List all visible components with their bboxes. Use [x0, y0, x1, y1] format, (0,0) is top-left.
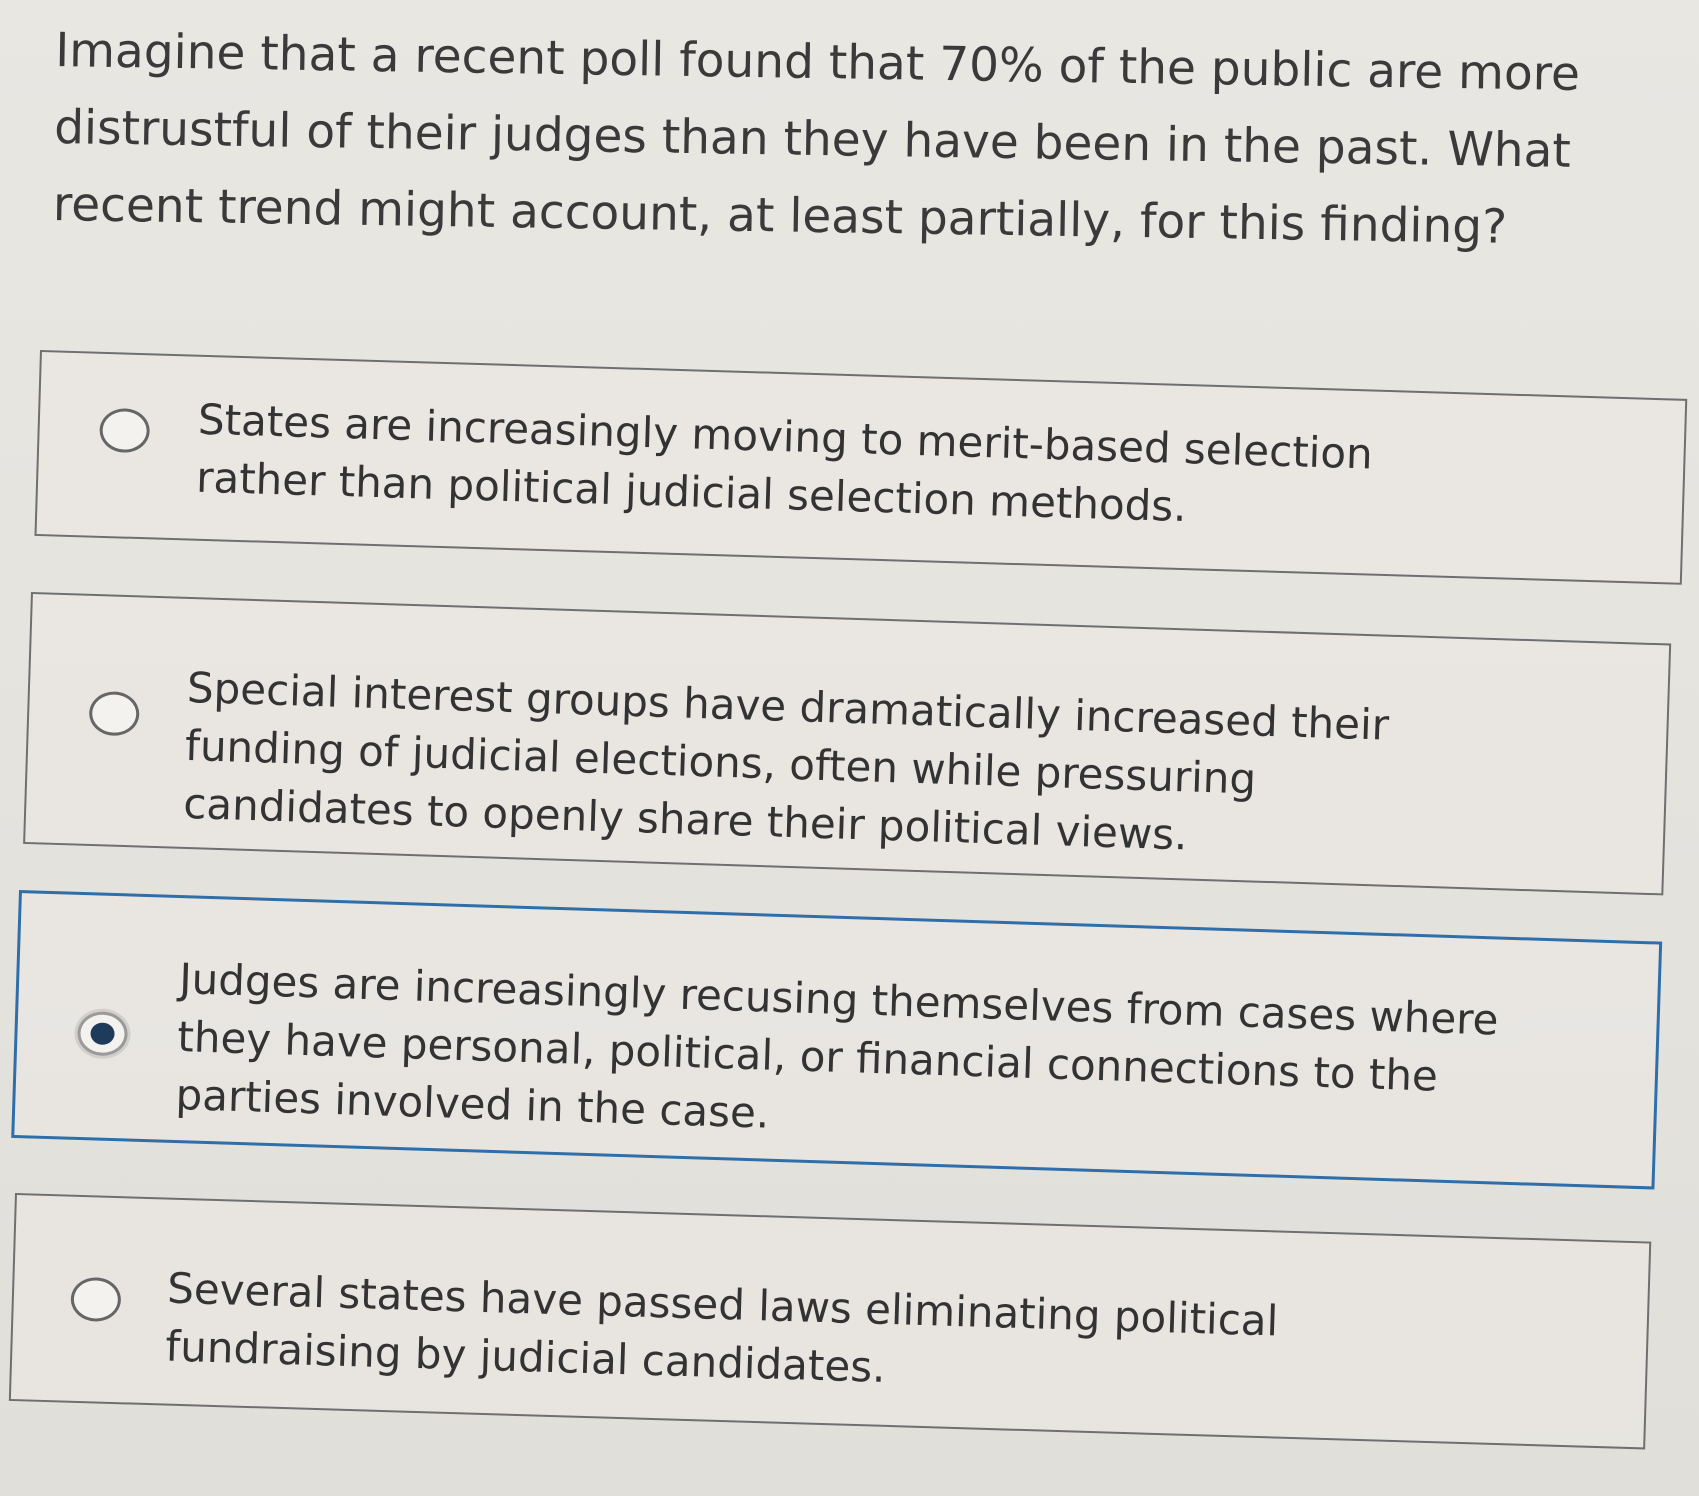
answer-options: States are increasingly moving to merit-… [0, 0, 1699, 1496]
answer-option-4[interactable]: Several states have passed laws eliminat… [8, 1193, 1652, 1450]
answer-option-4-label: Several states have passed laws eliminat… [164, 1263, 1279, 1392]
answer-option-2[interactable]: Special interest groups have dramaticall… [23, 592, 1672, 896]
radio-button-checked-icon[interactable] [76, 1010, 129, 1057]
answer-option-1[interactable]: States are increasingly moving to merit-… [34, 350, 1688, 585]
answer-option-2-label: Special interest groups have dramaticall… [182, 662, 1390, 860]
radio-button-unchecked-icon[interactable] [88, 690, 140, 737]
answer-option-3-label: Judges are increasingly recusing themsel… [174, 954, 1500, 1138]
radio-button-unchecked-icon[interactable] [99, 407, 151, 454]
radio-dot-icon [90, 1022, 115, 1046]
radio-button-unchecked-icon[interactable] [70, 1276, 122, 1323]
quiz-page: Imagine that a recent poll found that 70… [0, 0, 1699, 1496]
answer-option-3[interactable]: Judges are increasingly recusing themsel… [11, 890, 1663, 1190]
answer-option-1-label: States are increasingly moving to merit-… [195, 394, 1374, 532]
